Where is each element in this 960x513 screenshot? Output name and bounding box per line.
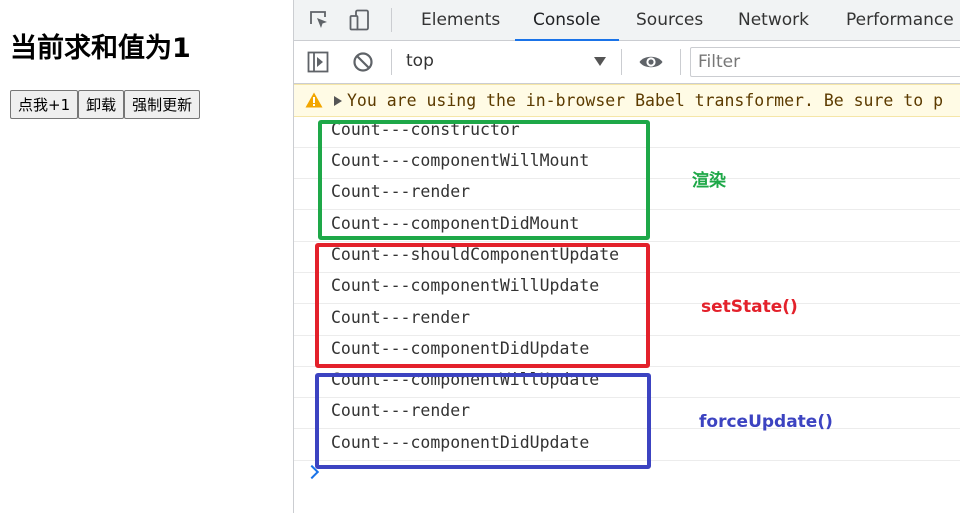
toolbar-divider	[391, 49, 392, 75]
devtools-tab-bar: Elements Console Sources Network Perform…	[294, 0, 960, 41]
sidebar-toggle-icon[interactable]	[307, 51, 329, 73]
tab-console[interactable]: Console	[515, 0, 618, 41]
device-toolbar-icon[interactable]	[349, 9, 371, 31]
app-button-group: 点我+1 卸载 强制更新	[10, 90, 201, 119]
unmount-button[interactable]: 卸载	[78, 90, 125, 119]
warning-text: You are using the in-browser Babel trans…	[347, 91, 944, 110]
setstate-annotation-label: setState()	[701, 297, 798, 317]
render-phase-highlight	[318, 120, 650, 240]
forceupdate-annotation-label: forceUpdate()	[699, 412, 833, 432]
context-selector[interactable]: top	[406, 51, 434, 71]
tab-sources[interactable]: Sources	[636, 0, 703, 40]
console-toolbar: top	[294, 41, 960, 84]
force-update-button[interactable]: 强制更新	[124, 90, 201, 119]
toolbar-divider	[391, 8, 392, 32]
setstate-phase-highlight	[315, 243, 650, 368]
forceupdate-phase-highlight	[315, 373, 651, 469]
tab-elements[interactable]: Elements	[421, 0, 500, 40]
increment-button[interactable]: 点我+1	[10, 90, 79, 119]
expand-triangle-icon[interactable]	[334, 96, 342, 106]
console-filter-input[interactable]	[690, 47, 960, 77]
tab-network[interactable]: Network	[738, 0, 809, 40]
toolbar-divider	[680, 49, 681, 75]
warning-triangle-icon	[305, 92, 323, 108]
warning-message: You are using the in-browser Babel trans…	[294, 84, 960, 117]
live-expression-eye-icon[interactable]	[638, 51, 664, 73]
app-panel: 当前求和值为1 点我+1 卸载 强制更新	[0, 0, 292, 513]
tab-performance[interactable]: Performance	[846, 0, 954, 40]
sum-title: 当前求和值为1	[10, 33, 191, 64]
devtools-panel: Elements Console Sources Network Perform…	[293, 0, 960, 513]
render-annotation-label: 渲染	[692, 171, 726, 191]
chevron-down-icon[interactable]	[594, 57, 606, 66]
clear-console-icon[interactable]	[352, 51, 374, 73]
inspect-element-icon[interactable]	[308, 9, 330, 31]
toolbar-divider	[621, 49, 622, 75]
